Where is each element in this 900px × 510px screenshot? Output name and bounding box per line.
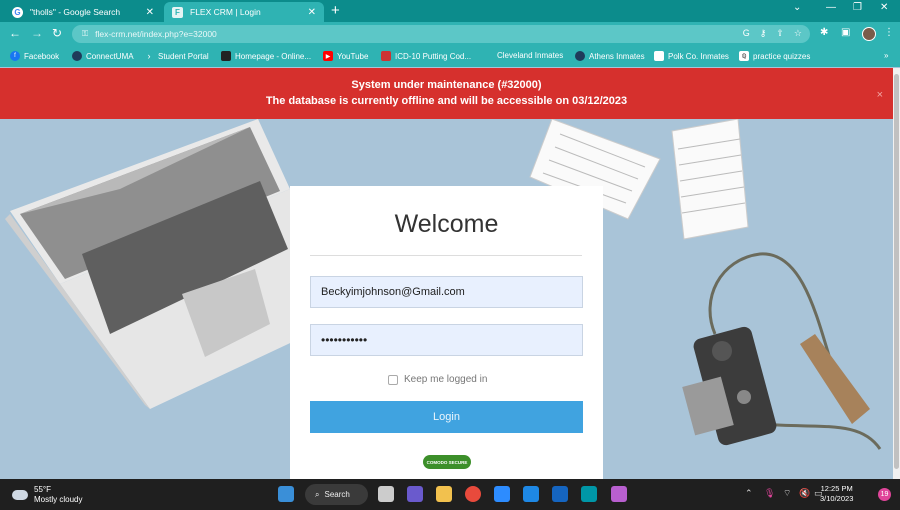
globe-icon bbox=[575, 51, 585, 61]
bookmark-connectuma[interactable]: ConnectUMA bbox=[72, 51, 134, 61]
minimize-icon[interactable]: — bbox=[826, 2, 836, 13]
bookmark-athens-inmates[interactable]: Athens Inmates bbox=[575, 51, 645, 61]
login-button[interactable]: Login bbox=[310, 401, 583, 433]
weather-widget[interactable]: 55°F Mostly cloudy bbox=[12, 485, 82, 505]
flag-icon bbox=[381, 51, 391, 61]
bookmark-icd10[interactable]: ICD-10 Putting Cod... bbox=[381, 51, 471, 61]
bookmark-cleveland-inmates[interactable]: Cleveland Inmates bbox=[497, 51, 563, 60]
homepage-icon bbox=[221, 51, 231, 61]
close-tab-icon[interactable]: ✕ bbox=[146, 7, 154, 18]
flex-crm-favicon-icon: F bbox=[172, 6, 183, 18]
start-icon[interactable] bbox=[278, 486, 294, 502]
site-info-icon[interactable]: ⚿ bbox=[82, 29, 88, 39]
taskbar-search-label: Search bbox=[324, 490, 350, 499]
google-favicon-icon: G bbox=[12, 6, 23, 18]
forward-icon[interactable]: → bbox=[31, 26, 43, 40]
temperature: 55°F bbox=[34, 485, 51, 494]
extensions-icon[interactable]: ✱ bbox=[820, 27, 828, 38]
banner-title: System under maintenance (#32000) bbox=[351, 79, 542, 91]
tab-flex-crm[interactable]: F FLEX CRM | Login ✕ bbox=[164, 2, 324, 22]
tab-search-icon[interactable]: ⌄ bbox=[793, 2, 801, 13]
more-bookmarks-icon[interactable]: » bbox=[884, 51, 888, 60]
login-card: Welcome Beckyimjohnson@Gmail.com •••••••… bbox=[290, 186, 603, 480]
close-banner-icon[interactable]: × bbox=[877, 87, 883, 103]
teams-chat-icon[interactable] bbox=[407, 486, 423, 502]
browser-toolbar: ← → ↻ ⚿ flex-crm.net/index.php?e=32000 G… bbox=[0, 22, 900, 46]
mail-icon[interactable] bbox=[552, 486, 568, 502]
bookmark-practice-quizzes[interactable]: ℚpractice quizzes bbox=[739, 51, 810, 61]
remember-me-checkbox[interactable] bbox=[388, 374, 398, 385]
address-bar[interactable]: ⚿ flex-crm.net/index.php?e=32000 G ⚷ ⇪ ☆ bbox=[72, 25, 810, 43]
chrome-icon[interactable] bbox=[465, 486, 481, 502]
bookmark-facebook[interactable]: f Facebook bbox=[10, 51, 59, 61]
new-tab-button[interactable]: + bbox=[331, 3, 340, 19]
notification-badge[interactable]: 19 bbox=[878, 488, 891, 501]
laptop-illustration bbox=[5, 119, 320, 409]
side-panel-icon[interactable]: ▣ bbox=[841, 27, 850, 38]
google-lens-icon[interactable]: G bbox=[743, 28, 750, 39]
back-icon[interactable]: ← bbox=[9, 26, 21, 40]
globe-icon bbox=[72, 51, 82, 61]
facebook-icon: f bbox=[10, 51, 20, 61]
comodo-secure-seal: COMODO SECURE bbox=[423, 455, 471, 469]
youtube-icon: ▶ bbox=[323, 51, 333, 61]
reload-icon[interactable]: ↻ bbox=[52, 26, 62, 40]
url-text: flex-crm.net/index.php?e=32000 bbox=[95, 29, 217, 39]
task-view-icon[interactable] bbox=[378, 486, 394, 502]
file-explorer-icon[interactable] bbox=[436, 486, 452, 502]
bookmark-polk-inmates[interactable]: Polk Co. Inmates bbox=[654, 51, 729, 61]
quiz-icon: ℚ bbox=[739, 51, 749, 61]
page-icon bbox=[654, 51, 664, 61]
windows-taskbar: 55°F Mostly cloudy ⌕ Search ⌃ 🎙 ⌔ 🔇 ▭ 12… bbox=[0, 479, 900, 510]
title-divider bbox=[310, 255, 582, 256]
password-field[interactable]: ••••••••••• bbox=[310, 324, 583, 356]
show-hidden-icons-icon[interactable]: ⌃ bbox=[745, 488, 753, 499]
bookmark-student-portal[interactable]: › Student Portal bbox=[144, 51, 209, 61]
restore-icon[interactable]: ❐ bbox=[853, 2, 862, 13]
maintenance-banner: System under maintenance (#32000) The da… bbox=[0, 68, 893, 119]
search-icon: ⌕ bbox=[315, 489, 320, 499]
app-icon[interactable] bbox=[581, 486, 597, 502]
password-key-icon[interactable]: ⚷ bbox=[760, 28, 767, 39]
banner-message: The database is currently offline and wi… bbox=[265, 95, 628, 107]
camera-illustration bbox=[682, 252, 882, 450]
scrollbar-thumb[interactable] bbox=[894, 74, 899, 469]
zoom-icon[interactable] bbox=[494, 486, 510, 502]
volume-muted-icon[interactable]: 🔇 bbox=[799, 488, 810, 499]
taskbar-search[interactable]: ⌕ Search bbox=[305, 484, 368, 505]
login-title: Welcome bbox=[394, 210, 499, 238]
page-scrollbar[interactable] bbox=[893, 68, 900, 479]
clock-time: 12:25 PM bbox=[820, 484, 853, 493]
clock-date: 3/10/2023 bbox=[820, 494, 854, 503]
menu-kebab-icon[interactable]: ⋮ bbox=[884, 27, 894, 38]
wifi-icon[interactable]: ⌔ bbox=[783, 488, 791, 499]
profile-avatar[interactable] bbox=[862, 27, 876, 41]
tab-title: FLEX CRM | Login bbox=[190, 7, 261, 17]
bookmark-homepage[interactable]: Homepage - Online... bbox=[221, 51, 311, 61]
close-tab-icon[interactable]: ✕ bbox=[308, 7, 316, 18]
bookmark-star-icon[interactable]: ☆ bbox=[794, 28, 802, 39]
bookmarks-bar: f Facebook ConnectUMA › Student Portal Hom… bbox=[0, 46, 900, 67]
remember-me-label: Keep me logged in bbox=[404, 374, 488, 385]
share-icon[interactable]: ⇪ bbox=[776, 28, 784, 39]
bookmark-youtube[interactable]: ▶ YouTube bbox=[323, 51, 368, 61]
chevron-right-icon: › bbox=[147, 51, 151, 61]
close-window-icon[interactable]: ✕ bbox=[880, 2, 888, 13]
microphone-icon[interactable]: 🎙 bbox=[764, 488, 775, 499]
email-field[interactable]: Beckyimjohnson@Gmail.com bbox=[310, 276, 583, 308]
system-clock[interactable]: 12:25 PM 3/10/2023 bbox=[820, 484, 853, 504]
browser-tab-strip: G "tholls" - Google Search ✕ F FLEX CRM … bbox=[0, 0, 900, 22]
remember-me[interactable]: Keep me logged in bbox=[388, 374, 487, 385]
tab-title: "tholls" - Google Search bbox=[30, 7, 121, 17]
store-icon[interactable] bbox=[523, 486, 539, 502]
tab-google-search[interactable]: G "tholls" - Google Search ✕ bbox=[4, 2, 162, 22]
photos-icon[interactable] bbox=[611, 486, 627, 502]
weather-condition: Mostly cloudy bbox=[34, 495, 83, 504]
cloud-icon bbox=[12, 490, 28, 500]
